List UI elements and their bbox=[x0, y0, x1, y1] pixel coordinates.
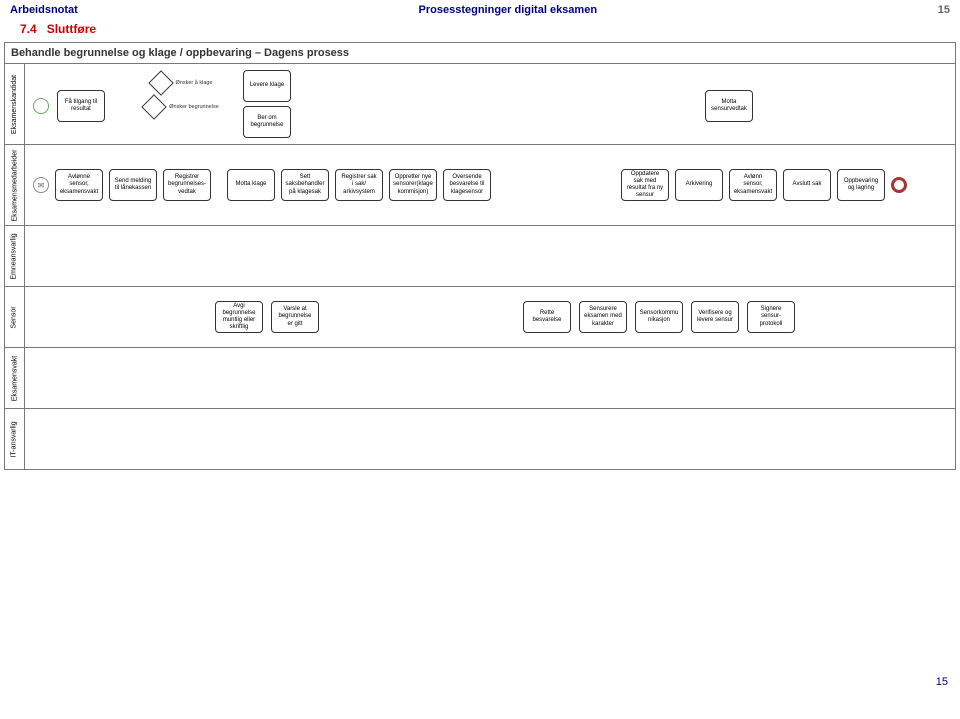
lane-emneansvarlig: Emneansvarlig bbox=[5, 226, 955, 287]
lane-body-emneansvarlig bbox=[25, 226, 955, 286]
lane-label-emneansvarlig: Emneansvarlig bbox=[5, 226, 25, 286]
lane-body-sensor: Avgi begrunnelse muntlig eller skriftlig… bbox=[25, 287, 955, 347]
task-fa-tilgang: Få tilgang til resultat bbox=[57, 90, 105, 122]
page-header: Arbeidsnotat Prosesstegninger digital ek… bbox=[0, 0, 960, 20]
lane-eksamensvakt: Eksamensvakt bbox=[5, 348, 955, 409]
label-onsker-klage: Ønsker å klage bbox=[176, 80, 213, 86]
task-rette: Rette besvarelse bbox=[523, 301, 571, 333]
section-number: 7.4 bbox=[20, 22, 37, 36]
task-arkivering: Arkivering bbox=[675, 169, 723, 201]
task-sett-saks: Sett saksbehandler på klagesak bbox=[281, 169, 329, 201]
lane-kandidat: Eksamenskandidat Få tilgang til resultat… bbox=[5, 64, 955, 145]
task-varsle: Varsle at begrunnelse er gitt bbox=[271, 301, 319, 333]
task-registrer-begr: Registrer begrunnelses-vedtak bbox=[163, 169, 211, 201]
header-left: Arbeidsnotat bbox=[10, 4, 78, 16]
header-page: 15 bbox=[938, 4, 950, 16]
task-send-melding: Send melding til lånekassen bbox=[109, 169, 157, 201]
task-motta-vedtak: Motta sensurvedtak bbox=[705, 90, 753, 122]
lane-body-kandidat: Få tilgang til resultat Ønsker å klage Ø… bbox=[25, 64, 955, 144]
task-oppdatere: Oppdatere sak med resultat fra ny sensur bbox=[621, 169, 669, 201]
start-event bbox=[33, 98, 49, 114]
section-name: Sluttføre bbox=[47, 22, 96, 36]
label-onsker-begrunnelse: Ønsker begrunnelse bbox=[169, 104, 219, 110]
task-avgi: Avgi begrunnelse muntlig eller skriftlig bbox=[215, 301, 263, 333]
lane-body-eksamensvakt bbox=[25, 348, 955, 408]
bpmn-pool: Eksamenskandidat Få tilgang til resultat… bbox=[4, 63, 956, 470]
task-sensurere: Sensurere eksamen med karakter bbox=[579, 301, 627, 333]
task-oversende: Oversende besvarelse til klagesensor bbox=[443, 169, 491, 201]
gateway-klage bbox=[148, 70, 173, 95]
lane-label-kandidat: Eksamenskandidat bbox=[5, 64, 25, 144]
task-oppbevaring: Oppbevaring og lagring bbox=[837, 169, 885, 201]
task-signere: Signere sensur-protokoll bbox=[747, 301, 795, 333]
task-avslutt: Avslutt sak bbox=[783, 169, 831, 201]
task-oppretter: Oppretter nye sensorer(klage kommisjon) bbox=[389, 169, 437, 201]
task-levere-klage: Levere klage bbox=[243, 70, 291, 102]
task-registrer-sak: Registrer sak i sak/ arkivsystem bbox=[335, 169, 383, 201]
lane-body-medarbeider: Avlønne sensor, eksamensvakt Send meldin… bbox=[25, 145, 955, 225]
lane-sensor: Sensor Avgi begrunnelse muntlig eller sk… bbox=[5, 287, 955, 348]
end-event bbox=[891, 177, 907, 193]
lane-body-itansvarlig bbox=[25, 409, 955, 469]
gateway-begrunnelse bbox=[141, 94, 166, 119]
lane-label-itansvarlig: IT-ansvarlig bbox=[5, 409, 25, 469]
lane-label-medarbeider: Eksamensmedarbeider bbox=[5, 145, 25, 225]
task-motta-klage: Motta klage bbox=[227, 169, 275, 201]
diagram-title: Behandle begrunnelse og klage / oppbevar… bbox=[4, 42, 956, 63]
lane-label-eksamensvakt: Eksamensvakt bbox=[5, 348, 25, 408]
lane-label-sensor: Sensor bbox=[5, 287, 25, 347]
section-heading: 7.4 Sluttføre bbox=[0, 20, 960, 38]
lane-itansvarlig: IT-ansvarlig bbox=[5, 409, 955, 469]
msg-event-1 bbox=[33, 177, 49, 193]
task-avlonne: Avlønne sensor, eksamensvakt bbox=[55, 169, 103, 201]
task-sensorkommu: Sensorkommu nikasjon bbox=[635, 301, 683, 333]
footer-page-number: 15 bbox=[0, 670, 960, 694]
task-verifisere: Verifisere og levere sensur bbox=[691, 301, 739, 333]
header-center: Prosesstegninger digital eksamen bbox=[419, 4, 598, 16]
lane-medarbeider: Eksamensmedarbeider Avlønne sensor, eksa… bbox=[5, 145, 955, 226]
task-avlonn2: Avlønn sensor, eksamensvakt bbox=[729, 169, 777, 201]
task-ber-om: Ber om begrunnelse bbox=[243, 106, 291, 138]
